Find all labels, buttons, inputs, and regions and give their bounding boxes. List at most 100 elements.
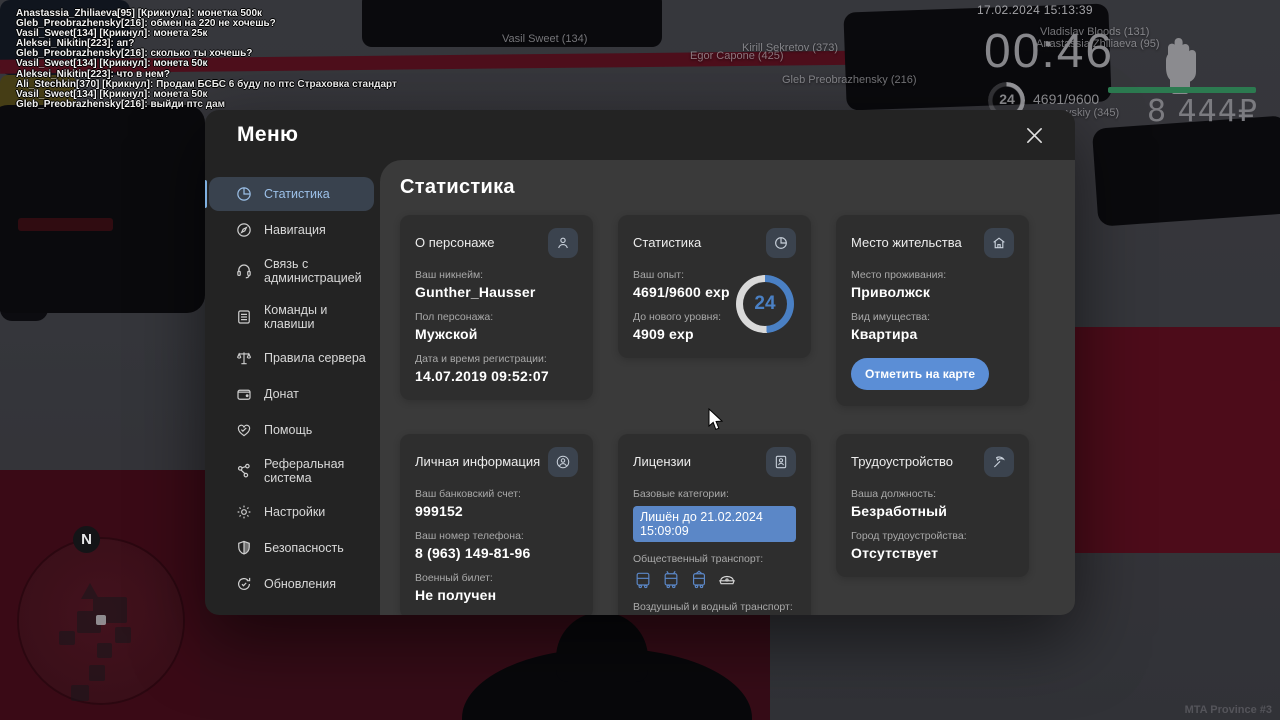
- pie-chart-icon: [766, 228, 796, 258]
- sidebar-item-updates[interactable]: Обновления: [209, 567, 374, 601]
- card-title: Трудоустройство: [851, 454, 954, 469]
- menu-content: Статистика О персонаже Ваш никнейм: Gunt…: [380, 160, 1075, 615]
- field-label: Воздушный и водный транспорт:: [633, 601, 793, 613]
- sidebar-item-help[interactable]: Помощь: [209, 413, 374, 447]
- sidebar-item-label: Навигация: [264, 223, 326, 237]
- card-licenses: Лицензии Базовые категории: Лишён до 21.…: [618, 434, 811, 615]
- field-value: Мужской: [415, 326, 478, 342]
- card-statistics: Статистика Ваш опыт: 4691/9600 exp До но…: [618, 215, 811, 358]
- field-label: Ваш опыт:: [633, 269, 684, 281]
- page-title: Статистика: [400, 176, 515, 198]
- bus-icon: [636, 572, 650, 589]
- field-value: Не получен: [415, 587, 497, 603]
- document-list-icon: [238, 310, 250, 324]
- sidebar-item-label: Команды и клавиши: [264, 303, 328, 331]
- field-label: Пол персонажа:: [415, 311, 494, 323]
- card-employment: Трудоустройство Ваша должность: Безработ…: [836, 434, 1029, 577]
- close-icon: [1026, 127, 1042, 143]
- sidebar-item-admin-contact[interactable]: Связь с администрацией: [209, 249, 374, 293]
- sidebar-item-settings[interactable]: Настройки: [209, 495, 374, 529]
- close-button[interactable]: [1021, 122, 1047, 148]
- heart-hands-icon: [237, 424, 251, 437]
- sidebar-item-donate[interactable]: Донат: [209, 377, 374, 411]
- hud-health-bar: [1108, 87, 1256, 93]
- hud-exp-counter: 4691/9600: [1033, 91, 1100, 107]
- card-title: Лицензии: [633, 454, 691, 469]
- mark-on-map-button[interactable]: Отметить на карте: [851, 358, 990, 390]
- field-value: 999152: [415, 503, 463, 519]
- home-icon: [984, 228, 1014, 258]
- public-transport-licenses: [633, 570, 796, 590]
- person-icon: [548, 228, 578, 258]
- field-label: Город трудоустройства:: [851, 530, 967, 542]
- sidebar-item-commands-keys[interactable]: Команды и клавиши: [209, 295, 374, 339]
- sidebar-item-statistics[interactable]: Статистика: [205, 177, 374, 211]
- field-value: 14.07.2019 09:52:07: [415, 368, 549, 384]
- shield-icon: [238, 540, 250, 555]
- field-value: 8 (963) 149-81-96: [415, 545, 531, 561]
- field-label: Ваш никнейм:: [415, 269, 484, 281]
- player-nametag: Vasil Sweet (134): [502, 33, 588, 45]
- compass-north-badge: N: [73, 526, 100, 553]
- field-label: Военный билет:: [415, 572, 493, 584]
- player-nametag: vskiy (345): [1066, 107, 1120, 119]
- id-card-icon: [766, 447, 796, 477]
- headset-icon: [237, 264, 251, 279]
- game-screen: Vasil Sweet (134) Egor Capone (425) Kiri…: [0, 0, 1280, 720]
- player-nametag: Gleb Preobrazhensky (216): [782, 74, 917, 86]
- minimap: N: [19, 526, 183, 703]
- sidebar-item-label: Статистика: [264, 187, 330, 201]
- hud-datetime: 17.02.2024 15:13:39: [977, 3, 1093, 17]
- chat-log: Anastassia_Zhiliaeva[95] [Крикнула]: мон…: [16, 8, 476, 110]
- card-title: Статистика: [633, 235, 702, 250]
- field-label: Базовые категории:: [633, 488, 729, 500]
- field-label: Место проживания:: [851, 269, 947, 281]
- menu-title: Меню: [237, 123, 299, 146]
- raised-fist-icon: [1166, 38, 1196, 94]
- server-watermark: MTA Province #3: [1184, 704, 1272, 716]
- gear-icon: [237, 505, 251, 519]
- field-value: Отсутствует: [851, 545, 939, 561]
- taxi-cap-icon: [719, 575, 735, 585]
- level-progress-ring: 24: [736, 275, 794, 333]
- sidebar-item-navigation[interactable]: Навигация: [209, 213, 374, 247]
- card-title: Место жительства: [851, 235, 962, 250]
- sidebar-item-referral-system[interactable]: Реферальная система: [209, 449, 374, 493]
- menu-sidebar: Статистика Навигация Связь с администрац…: [205, 160, 380, 615]
- trolleybus-icon: [664, 570, 678, 589]
- wallet-icon: [237, 389, 251, 400]
- person-circle-icon: [548, 447, 578, 477]
- sidebar-item-label: Правила сервера: [264, 351, 366, 365]
- mouse-cursor: [708, 408, 724, 431]
- hud-level-value: 24: [999, 91, 1015, 107]
- field-label: Ваш банковский счет:: [415, 488, 521, 500]
- sidebar-item-label: Связь с администрацией: [264, 257, 362, 285]
- pie-chart-icon: [237, 187, 251, 201]
- field-value: Безработный: [851, 503, 948, 519]
- chat-line: Gleb_Preobrazhensky[216]: выйди птс дам: [16, 98, 226, 110]
- field-label: Дата и время регистрации:: [415, 353, 547, 365]
- sidebar-item-label: Реферальная система: [264, 457, 345, 485]
- pickaxe-icon: [984, 447, 1014, 477]
- card-title: О персонаже: [415, 235, 495, 250]
- minimap-player-marker: [96, 615, 106, 625]
- field-value: 4691/9600 exp: [633, 284, 730, 300]
- field-value: Квартира: [851, 326, 918, 342]
- tram-icon: [693, 570, 705, 589]
- field-label: Ваш номер телефона:: [415, 530, 524, 542]
- player-nametag: Kirill Sekretov (373): [742, 42, 838, 54]
- sidebar-item-label: Настройки: [264, 505, 326, 519]
- menu-header: Меню: [205, 110, 1075, 160]
- hud-clock: 00:46: [984, 25, 1115, 78]
- hud-money: 8 444₽: [1147, 94, 1258, 129]
- sidebar-item-security[interactable]: Безопасность: [209, 531, 374, 565]
- network-share-icon: [237, 463, 250, 478]
- field-value: Gunther_Hausser: [415, 284, 536, 300]
- scales-icon: [236, 352, 252, 365]
- field-value: 4909 exp: [633, 326, 694, 342]
- license-revoked-badge: Лишён до 21.02.2024 15:09:09: [633, 506, 796, 542]
- sidebar-item-server-rules[interactable]: Правила сервера: [209, 341, 374, 375]
- compass-icon: [237, 223, 251, 237]
- card-residence: Место жительства Место проживания: Приво…: [836, 215, 1029, 406]
- sidebar-item-label: Безопасность: [264, 541, 344, 555]
